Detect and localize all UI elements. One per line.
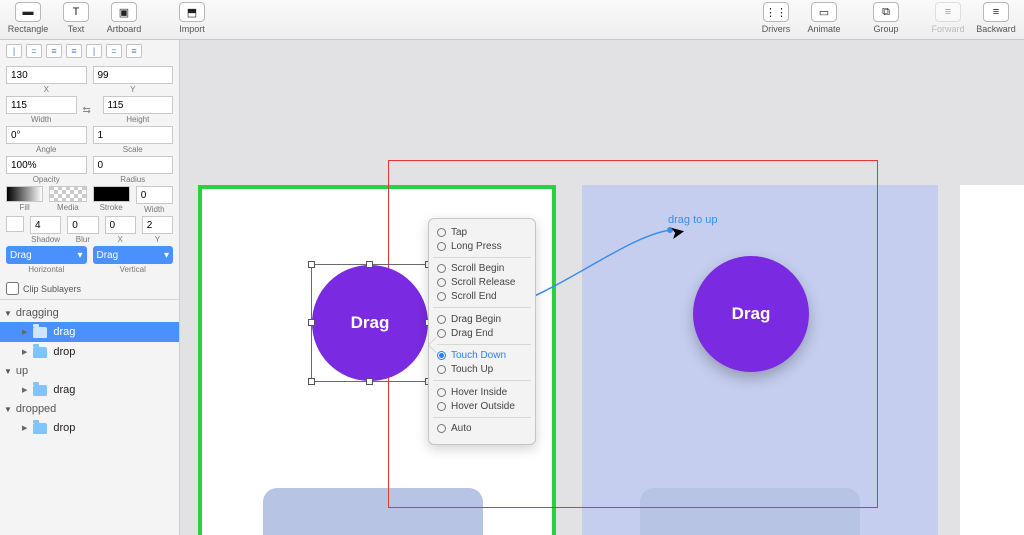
layer-group-dropped[interactable]: ▼dropped: [0, 400, 179, 418]
blur-label: Blur: [76, 235, 90, 244]
layer-group-up[interactable]: ▼up: [0, 362, 179, 380]
inspector-panel: |=≡≡|=≡ X Y Width ⇆ Height Angle Scale O…: [0, 40, 180, 535]
tool-import[interactable]: ⬒Import: [170, 2, 214, 34]
width-input[interactable]: [6, 96, 77, 114]
tool-backward[interactable]: ≡Backward: [974, 2, 1018, 34]
angle-input[interactable]: [6, 126, 87, 144]
tool-text[interactable]: TText: [54, 2, 98, 34]
x-label: X: [44, 85, 49, 94]
align-tools[interactable]: |=≡≡|=≡: [0, 40, 179, 62]
fill-swatch[interactable]: [6, 186, 43, 202]
layer-dropped-drop[interactable]: ▶drop: [0, 418, 179, 438]
stroke-swatch[interactable]: [93, 186, 130, 202]
trigger-touch-down[interactable]: Touch Down: [433, 349, 531, 363]
y-label: Y: [130, 85, 135, 94]
overflow-v-label: Vertical: [120, 265, 146, 274]
trigger-auto[interactable]: Auto: [433, 422, 531, 436]
trigger-hover-outside[interactable]: Hover Outside: [433, 399, 531, 418]
trigger-hover-inside[interactable]: Hover Inside: [433, 385, 531, 399]
tool-animate[interactable]: ▭Animate: [802, 2, 846, 34]
shadow-label: Shadow: [31, 235, 60, 244]
tool-forward[interactable]: ≡Forward: [926, 2, 970, 34]
tool-rectangle[interactable]: ▬Rectangle: [6, 2, 50, 34]
trigger-tap[interactable]: Tap: [433, 225, 531, 239]
folder-icon: [33, 327, 47, 338]
trigger-scroll-begin[interactable]: Scroll Begin: [433, 262, 531, 276]
clip-sublayers-checkbox[interactable]: Clip Sublayers: [0, 278, 179, 299]
stroke-label: Stroke: [100, 203, 123, 212]
overflow-h-label: Horizontal: [28, 265, 64, 274]
toolbar: ▬Rectangle TText ▣Artboard ⬒Import ⋮⋮Dri…: [0, 0, 1024, 40]
width-label: Width: [31, 115, 51, 124]
trigger-scroll-end[interactable]: Scroll End: [433, 290, 531, 309]
media-swatch[interactable]: [49, 186, 86, 202]
stroke-width-input[interactable]: [136, 186, 173, 204]
shadow-swatch[interactable]: [6, 216, 24, 232]
tool-artboard[interactable]: ▣Artboard: [102, 2, 146, 34]
trigger-drag-end[interactable]: Drag End: [433, 326, 531, 345]
trigger-menu: Tap Long Press Scroll Begin Scroll Relea…: [428, 218, 536, 445]
canvas[interactable]: Drag Drag drag to up ➤ Tap Long Press Sc…: [180, 40, 1024, 535]
artboard-dropped[interactable]: [960, 185, 1024, 535]
trigger-touch-up[interactable]: Touch Up: [433, 363, 531, 382]
opacity-input[interactable]: [6, 156, 87, 174]
media-label: Media: [57, 203, 79, 212]
scale-input[interactable]: [93, 126, 174, 144]
shadow-x-input[interactable]: [105, 216, 136, 234]
layer-up-drag[interactable]: ▶drag: [0, 380, 179, 400]
overflow-h-select[interactable]: Drag▾: [6, 246, 87, 264]
x-input[interactable]: [6, 66, 87, 84]
shadow-y-label: Y: [155, 235, 160, 244]
fill-label: Fill: [20, 203, 30, 212]
trigger-long-press[interactable]: Long Press: [433, 239, 531, 258]
y-input[interactable]: [93, 66, 174, 84]
shadow-y-input[interactable]: [142, 216, 173, 234]
layer-drop[interactable]: ▶drop: [0, 342, 179, 362]
trigger-scroll-release[interactable]: Scroll Release: [433, 276, 531, 290]
radius-input[interactable]: [93, 156, 174, 174]
folder-icon: [33, 347, 47, 358]
lock-aspect-icon[interactable]: ⇆: [83, 105, 97, 116]
blur-input[interactable]: [67, 216, 98, 234]
folder-icon: [33, 423, 47, 434]
layer-drag[interactable]: ▶drag: [0, 322, 179, 342]
selection-box[interactable]: [311, 264, 429, 382]
height-input[interactable]: [103, 96, 174, 114]
layer-group-dragging[interactable]: ▼dragging: [0, 304, 179, 322]
folder-icon: [33, 385, 47, 396]
height-label: Height: [126, 115, 149, 124]
angle-label: Angle: [36, 145, 56, 154]
shadow-x-label: X: [117, 235, 122, 244]
stroke-width-label: Width: [144, 205, 164, 214]
scale-label: Scale: [123, 145, 143, 154]
tool-group[interactable]: ⧉Group: [864, 2, 908, 34]
opacity-label: Opacity: [33, 175, 60, 184]
overflow-v-select[interactable]: Drag▾: [93, 246, 174, 264]
drag-layer-right[interactable]: Drag: [693, 256, 809, 372]
layers-panel: ▼dragging ▶drag ▶drop ▼up ▶drag ▼dropped…: [0, 299, 179, 535]
trigger-drag-begin[interactable]: Drag Begin: [433, 312, 531, 326]
radius-label: Radius: [120, 175, 145, 184]
shadow-input[interactable]: [30, 216, 61, 234]
tool-drivers[interactable]: ⋮⋮Drivers: [754, 2, 798, 34]
